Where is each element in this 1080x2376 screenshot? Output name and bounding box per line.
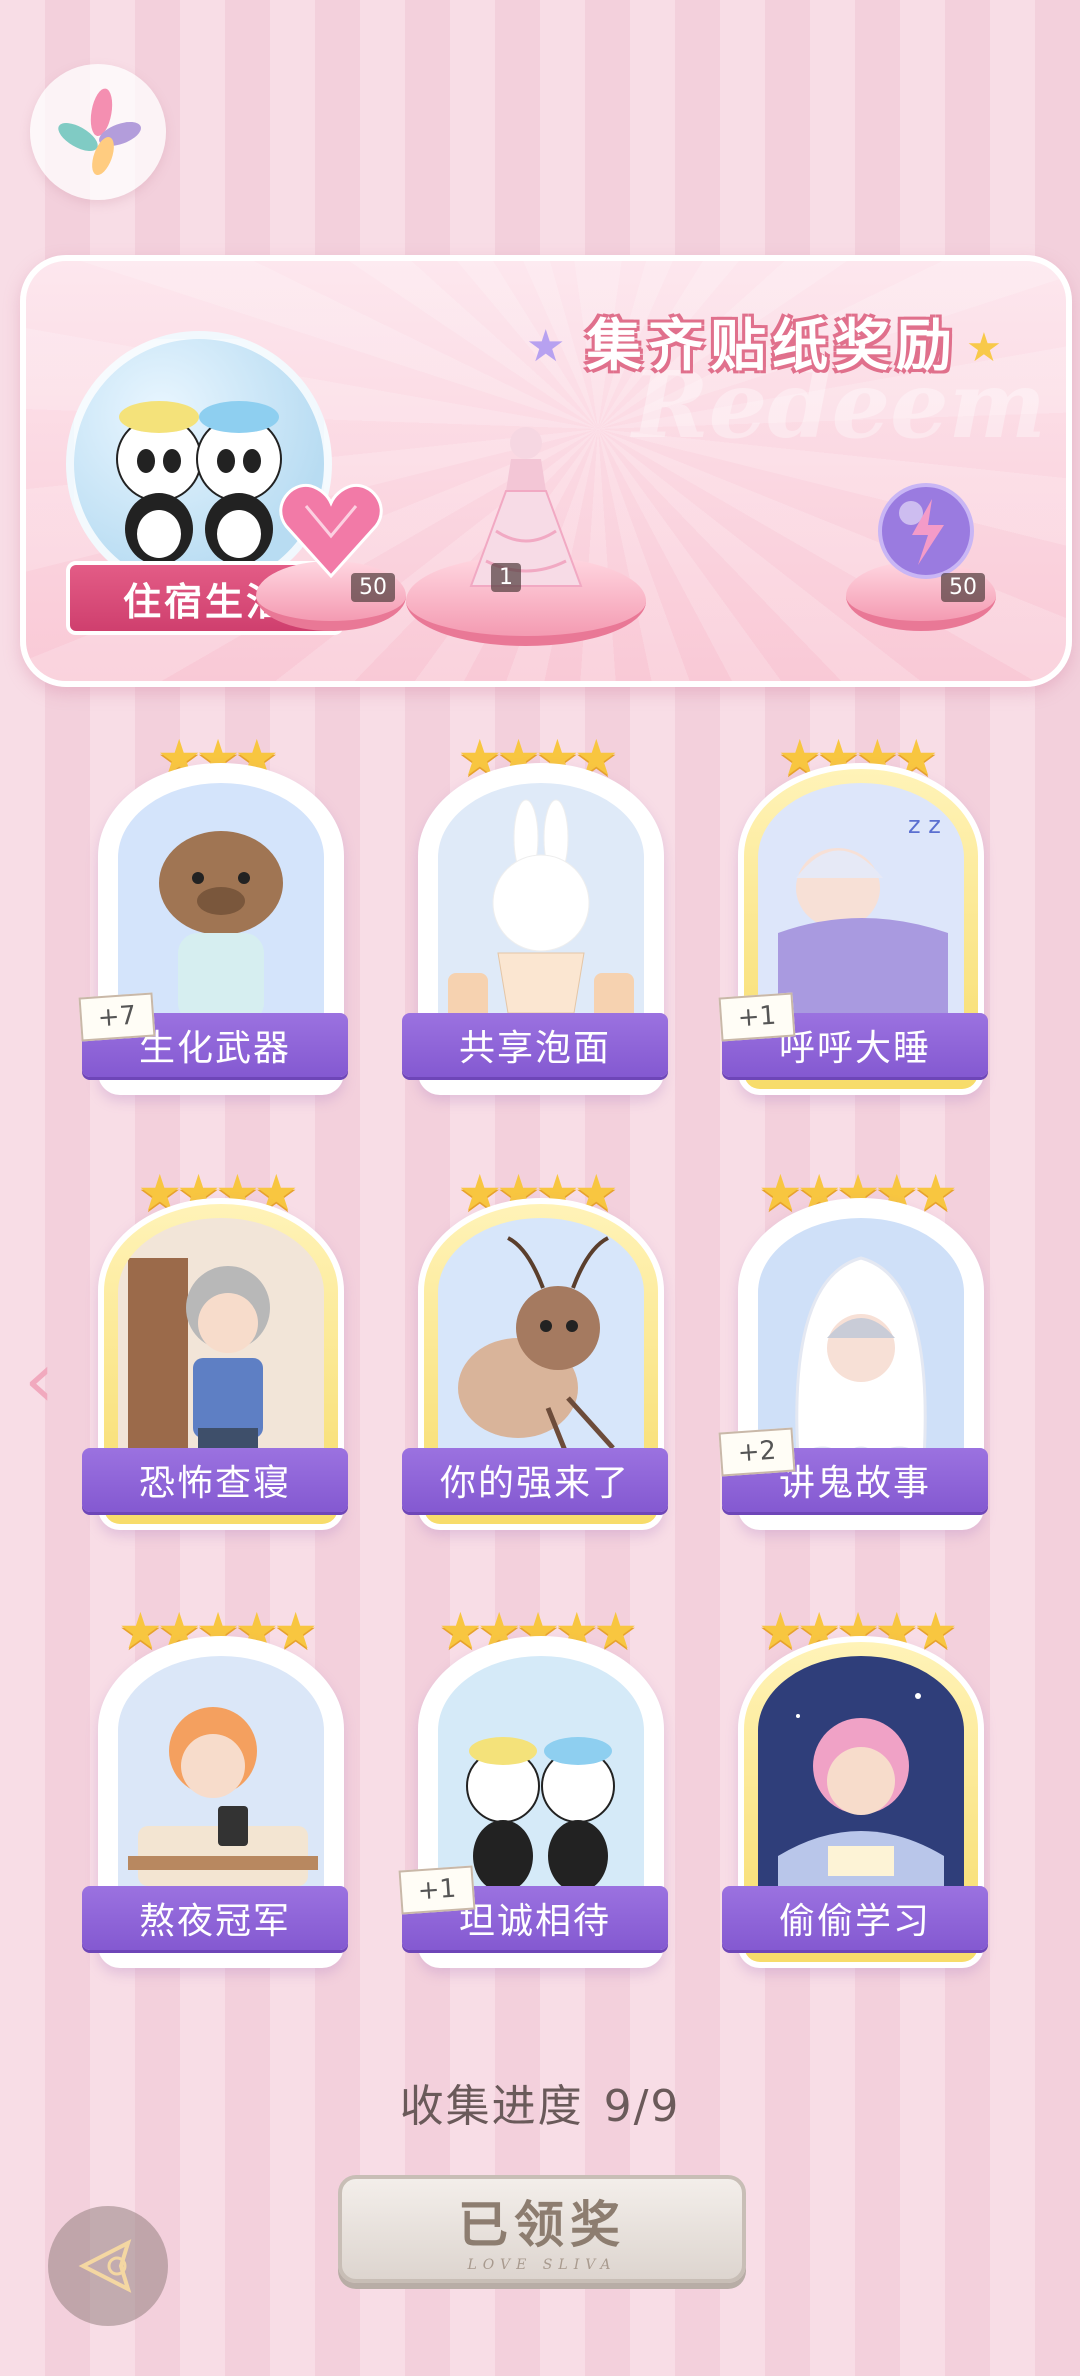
- back-button[interactable]: [48, 2206, 168, 2326]
- sticker-card[interactable]: ★★★★ 恐怖查寝: [82, 1164, 348, 1530]
- sticker-card[interactable]: ★★★★ z z +1 呼呼大睡: [718, 729, 988, 1095]
- card-label: 你的强来了: [402, 1448, 668, 1512]
- reward-count-2: 1: [491, 563, 521, 592]
- progress-label: 收集进度: [399, 2081, 584, 2132]
- count-badge: +1: [398, 1865, 476, 1915]
- app-logo-button[interactable]: [30, 64, 166, 200]
- sticker-card[interactable]: ★★★★★ 熬夜冠军: [82, 1602, 348, 1968]
- sticker-card[interactable]: ★★★★★ 偷偷学习: [722, 1602, 988, 1968]
- sticker-card[interactable]: ★★★★★ +1 坦诚相待: [398, 1602, 668, 1968]
- cockroach-icon: [458, 1236, 615, 1459]
- lightning-orb-icon: [878, 483, 974, 579]
- back-arrow-icon: [78, 2239, 132, 2293]
- reward-count-3: 50: [941, 573, 985, 602]
- collection-progress: 收集进度 9/9: [0, 2070, 1080, 2134]
- card-label: 偷偷学习: [722, 1886, 988, 1950]
- card-art-cockroach: [438, 1218, 644, 1484]
- count-badge: +7: [78, 992, 156, 1042]
- gold-star-icon: ★: [966, 325, 1002, 371]
- banner-title: 集齐贴纸奖励: [586, 314, 958, 379]
- claimed-button-label: 已领奖: [458, 2196, 626, 2254]
- heart-gem-icon: [279, 483, 383, 579]
- progress-value: 9/9: [603, 2081, 681, 2132]
- purple-star-icon: ★: [526, 321, 566, 372]
- card-art-secret-study: [758, 1656, 964, 1922]
- bunny-noodle-icon: [448, 799, 634, 1023]
- card-art-bunny-noodles: [438, 783, 644, 1049]
- claimed-button-sublabel: LOVE SLIVA: [467, 2257, 617, 2273]
- dorm-auntie-icon: [128, 1258, 270, 1478]
- sticker-card[interactable]: ★★★★ 你的强来了: [402, 1164, 668, 1530]
- pinwheel-logo-icon: [58, 88, 141, 176]
- sticker-card[interactable]: ★★★ +7 生化武器: [78, 729, 348, 1095]
- sticker-card[interactable]: ★★★★ 共享泡面: [402, 729, 668, 1095]
- card-label: 共享泡面: [402, 1013, 668, 1077]
- pink-gown-icon: [469, 427, 583, 587]
- card-art-dorm-auntie: [118, 1218, 324, 1484]
- night-owl-boy-icon: [128, 1707, 318, 1886]
- reward-count-1: 50: [351, 573, 395, 602]
- count-badge: +2: [718, 1427, 796, 1477]
- card-label: 恐怖查寝: [82, 1448, 348, 1512]
- reward-banner: Redeem ★ 集齐贴纸奖励 ★ 住宿生活 50 1 50: [20, 255, 1072, 687]
- sticker-card[interactable]: ★★★★★ +2 讲鬼故事: [718, 1164, 988, 1530]
- previous-page-arrow-icon[interactable]: ‹: [24, 1342, 68, 1418]
- count-badge: +1: [718, 992, 796, 1042]
- studying-boy-icon: [778, 1693, 944, 1922]
- card-art-night-owl: [118, 1656, 324, 1922]
- card-label: 熬夜冠军: [82, 1886, 348, 1950]
- claimed-button[interactable]: 已领奖 LOVE SLIVA: [338, 2175, 746, 2283]
- svg-text:z z: z z: [908, 811, 941, 839]
